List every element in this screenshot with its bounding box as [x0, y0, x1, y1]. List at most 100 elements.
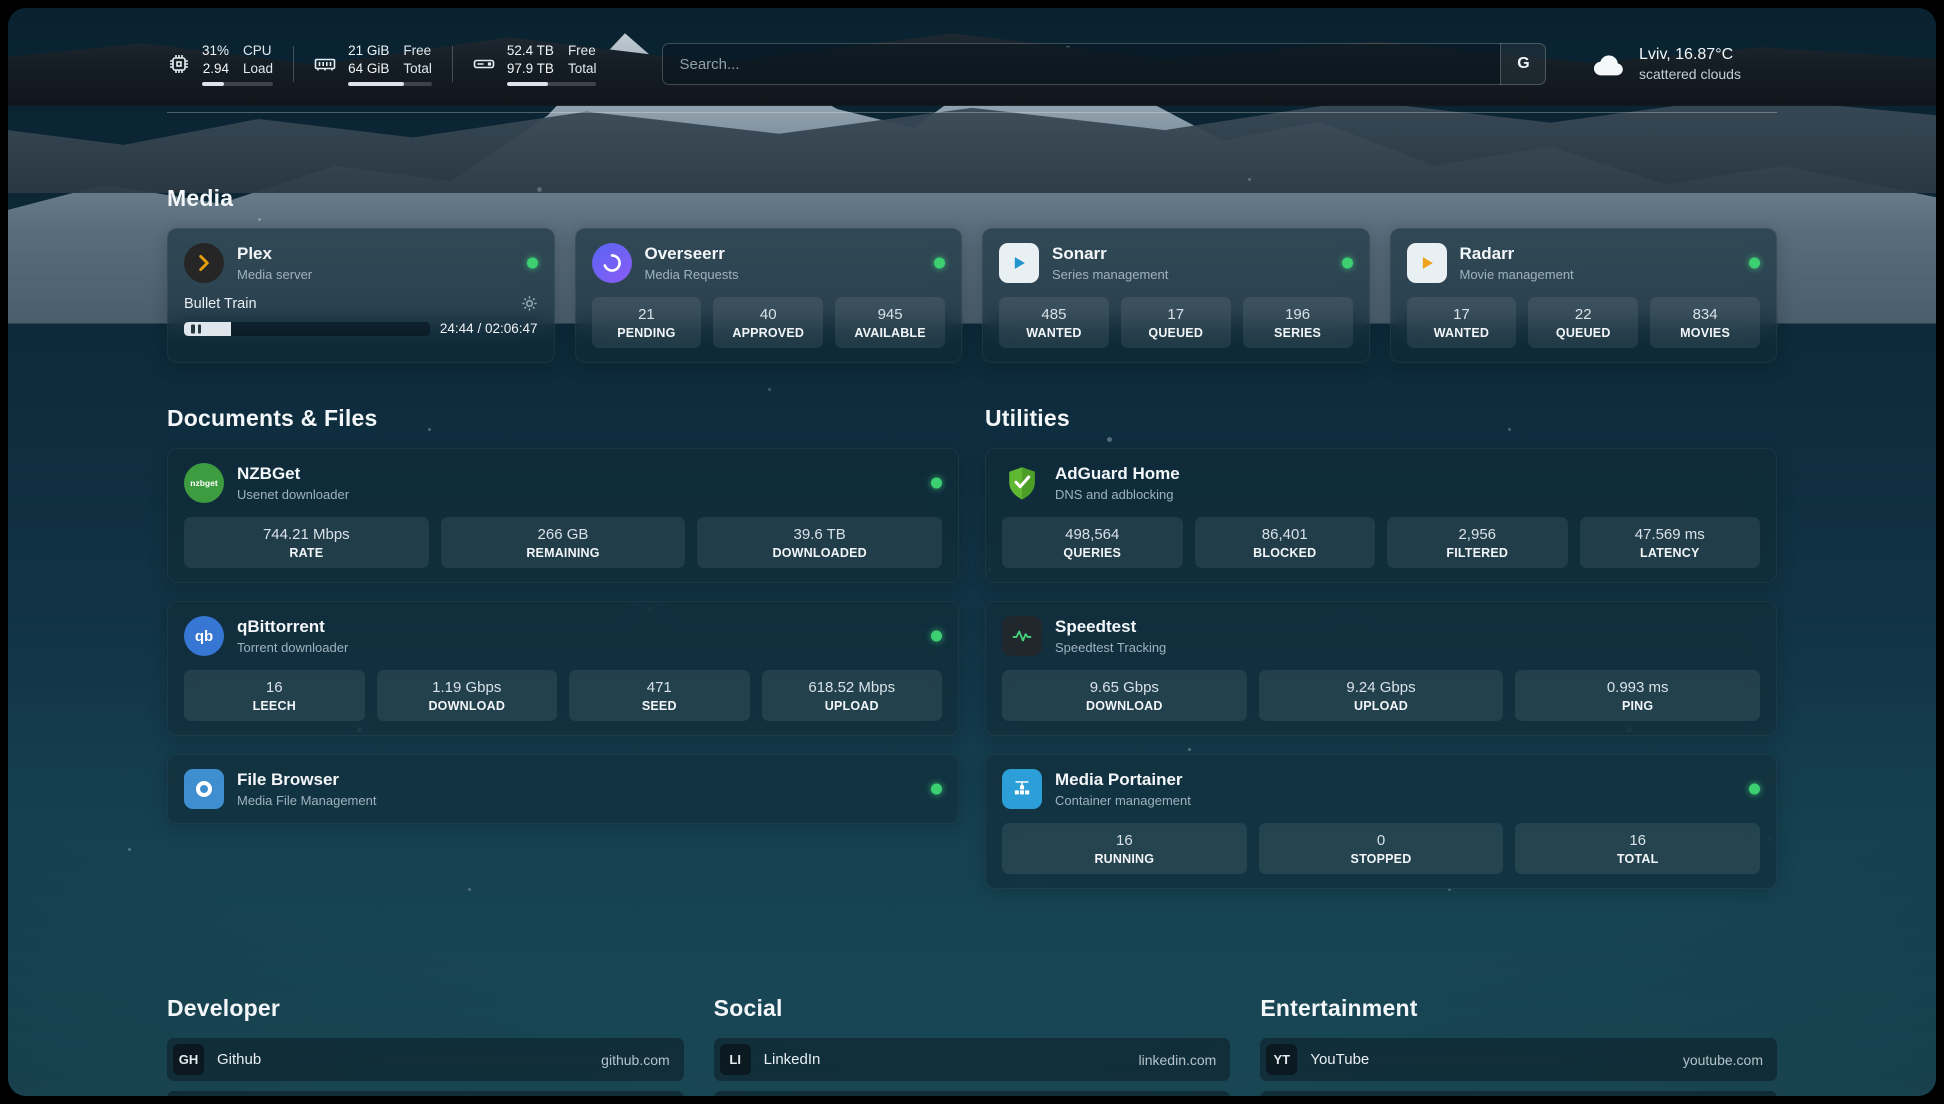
- disk-free-label: Free: [568, 42, 597, 60]
- plex-icon: [184, 243, 224, 283]
- system-metrics: 31% 2.94 CPU Load: [167, 42, 616, 86]
- app-description: Series management: [1052, 267, 1168, 282]
- cpu-usage-label: CPU: [243, 42, 273, 60]
- disk-total-label: Total: [568, 60, 597, 78]
- app-name: Radarr: [1460, 244, 1574, 264]
- gear-icon: [521, 295, 538, 312]
- session-settings-button[interactable]: [521, 295, 538, 312]
- disk-free-value: 52.4 TB: [507, 42, 554, 60]
- bookmark-youtube[interactable]: YT YouTube youtube.com: [1260, 1038, 1777, 1081]
- stat-download: 1.19 Gbps DOWNLOAD: [377, 670, 558, 721]
- ram-widget: 21 GiB 64 GiB Free Total: [293, 42, 452, 86]
- cpu-load-label: Load: [243, 60, 273, 78]
- portainer-icon: [1002, 769, 1042, 809]
- status-indicator-online: [1342, 258, 1353, 269]
- app-card-adguard[interactable]: AdGuard Home DNS and adblocking 498,564 …: [985, 448, 1777, 583]
- bookmark-github[interactable]: GH Github github.com: [167, 1038, 684, 1081]
- filebrowser-icon: [184, 769, 224, 809]
- section-title-media: Media: [167, 185, 1777, 212]
- section-utilities: Utilities AdGu: [985, 405, 1777, 889]
- bookmark-name: YouTube: [1310, 1051, 1670, 1068]
- ram-progress-bar: [348, 82, 432, 86]
- pause-icon[interactable]: [191, 324, 201, 333]
- github-icon: GH: [173, 1044, 204, 1075]
- app-description: Usenet downloader: [237, 487, 349, 502]
- status-indicator-online: [931, 631, 942, 642]
- app-name: Overseerr: [645, 244, 739, 264]
- stat-blocked: 86,401 BLOCKED: [1195, 517, 1376, 568]
- topbar-divider: [167, 112, 1777, 113]
- app-name: File Browser: [237, 770, 376, 790]
- bookmark-linkedin[interactable]: LI LinkedIn linkedin.com: [714, 1038, 1231, 1081]
- app-name: Speedtest: [1055, 617, 1166, 637]
- app-name: Sonarr: [1052, 244, 1168, 264]
- bookmark-name: LinkedIn: [764, 1051, 1126, 1068]
- ram-icon: [313, 52, 337, 76]
- status-indicator-online: [1749, 258, 1760, 269]
- status-indicator-online: [934, 258, 945, 269]
- stat-wanted: 485 WANTED: [999, 297, 1109, 348]
- bookmark-twitter[interactable]: TW Twitter twitter.com: [714, 1091, 1231, 1096]
- search-engine-button[interactable]: G: [1500, 43, 1546, 85]
- app-card-plex[interactable]: Plex Media server Bullet Train: [167, 228, 555, 363]
- bookmark-netflix[interactable]: NF Netflix netflix.com: [1260, 1091, 1777, 1096]
- stat-queued: 22 QUEUED: [1528, 297, 1638, 348]
- speedtest-icon: [1002, 616, 1042, 656]
- app-name: Plex: [237, 244, 312, 264]
- app-name: NZBGet: [237, 464, 349, 484]
- app-name: Media Portainer: [1055, 770, 1191, 790]
- disk-progress-bar: [507, 82, 597, 86]
- bookmark-url: linkedin.com: [1139, 1052, 1217, 1068]
- cpu-usage-value: 31%: [202, 42, 229, 60]
- stat-filtered: 2,956 FILTERED: [1387, 517, 1568, 568]
- nzbget-icon: nzbget: [184, 463, 224, 503]
- stat-queries: 498,564 QUERIES: [1002, 517, 1183, 568]
- cpu-icon: [167, 52, 191, 76]
- app-description: Movie management: [1460, 267, 1574, 282]
- sonarr-icon: [999, 243, 1039, 283]
- cpu-progress-bar: [202, 82, 273, 86]
- section-media: Media Plex Media server: [167, 185, 1777, 363]
- section-documents: Documents & Files nzbget NZBGet Usenet d…: [167, 405, 959, 889]
- cloud-icon: [1592, 51, 1626, 77]
- stat-movies: 834 MOVIES: [1650, 297, 1760, 348]
- app-card-sonarr[interactable]: Sonarr Series management 485 WANTED 17 Q…: [982, 228, 1370, 363]
- section-title-documents: Documents & Files: [167, 405, 959, 432]
- app-card-overseerr[interactable]: Overseerr Media Requests 21 PENDING 40 A…: [575, 228, 963, 363]
- plex-now-playing: Bullet Train: [184, 295, 538, 336]
- app-card-portainer[interactable]: Media Portainer Container management 16 …: [985, 754, 1777, 889]
- stat-leech: 16 LEECH: [184, 670, 365, 721]
- status-indicator-online: [1749, 784, 1760, 795]
- section-title-utilities: Utilities: [985, 405, 1777, 432]
- search-input[interactable]: [662, 43, 1546, 85]
- stat-available: 945 AVAILABLE: [835, 297, 945, 348]
- app-card-radarr[interactable]: Radarr Movie management 17 WANTED 22 QUE…: [1390, 228, 1778, 363]
- stat-rate: 744.21 Mbps RATE: [184, 517, 429, 568]
- stat-upload: 9.24 Gbps UPLOAD: [1259, 670, 1504, 721]
- bookmark-url: github.com: [601, 1052, 669, 1068]
- section-title-entertainment: Entertainment: [1260, 995, 1777, 1022]
- status-indicator-online: [931, 784, 942, 795]
- stat-pending: 21 PENDING: [592, 297, 702, 348]
- qbittorrent-icon: qb: [184, 616, 224, 656]
- app-card-filebrowser[interactable]: File Browser Media File Management: [167, 754, 959, 824]
- weather-widget: Lviv, 16.87°C scattered clouds: [1592, 46, 1777, 82]
- app-card-nzbget[interactable]: nzbget NZBGet Usenet downloader 744.21 M…: [167, 448, 959, 583]
- stat-approved: 40 APPROVED: [713, 297, 823, 348]
- stat-upload: 618.52 Mbps UPLOAD: [762, 670, 943, 721]
- stat-series: 196 SERIES: [1243, 297, 1353, 348]
- bookmark-stackoverflow[interactable]: SO StackOverflow stackoverflow.com: [167, 1091, 684, 1096]
- stat-latency: 47.569 ms LATENCY: [1580, 517, 1761, 568]
- app-card-speedtest[interactable]: Speedtest Speedtest Tracking 9.65 Gbps D…: [985, 601, 1777, 736]
- bookmark-url: youtube.com: [1683, 1052, 1763, 1068]
- bookmark-group-social: Social LI LinkedIn linkedin.com TW Twitt…: [714, 995, 1231, 1096]
- ram-free-value: 21 GiB: [348, 42, 389, 60]
- app-card-qbittorrent[interactable]: qb qBittorrent Torrent downloader 16: [167, 601, 959, 736]
- playback-progress-bar[interactable]: [184, 322, 430, 336]
- overseerr-icon: [592, 243, 632, 283]
- app-description: Speedtest Tracking: [1055, 640, 1166, 655]
- section-title-social: Social: [714, 995, 1231, 1022]
- disk-widget: 52.4 TB 97.9 TB Free Total: [452, 42, 617, 86]
- weather-condition: scattered clouds: [1639, 66, 1741, 82]
- app-name: AdGuard Home: [1055, 464, 1180, 484]
